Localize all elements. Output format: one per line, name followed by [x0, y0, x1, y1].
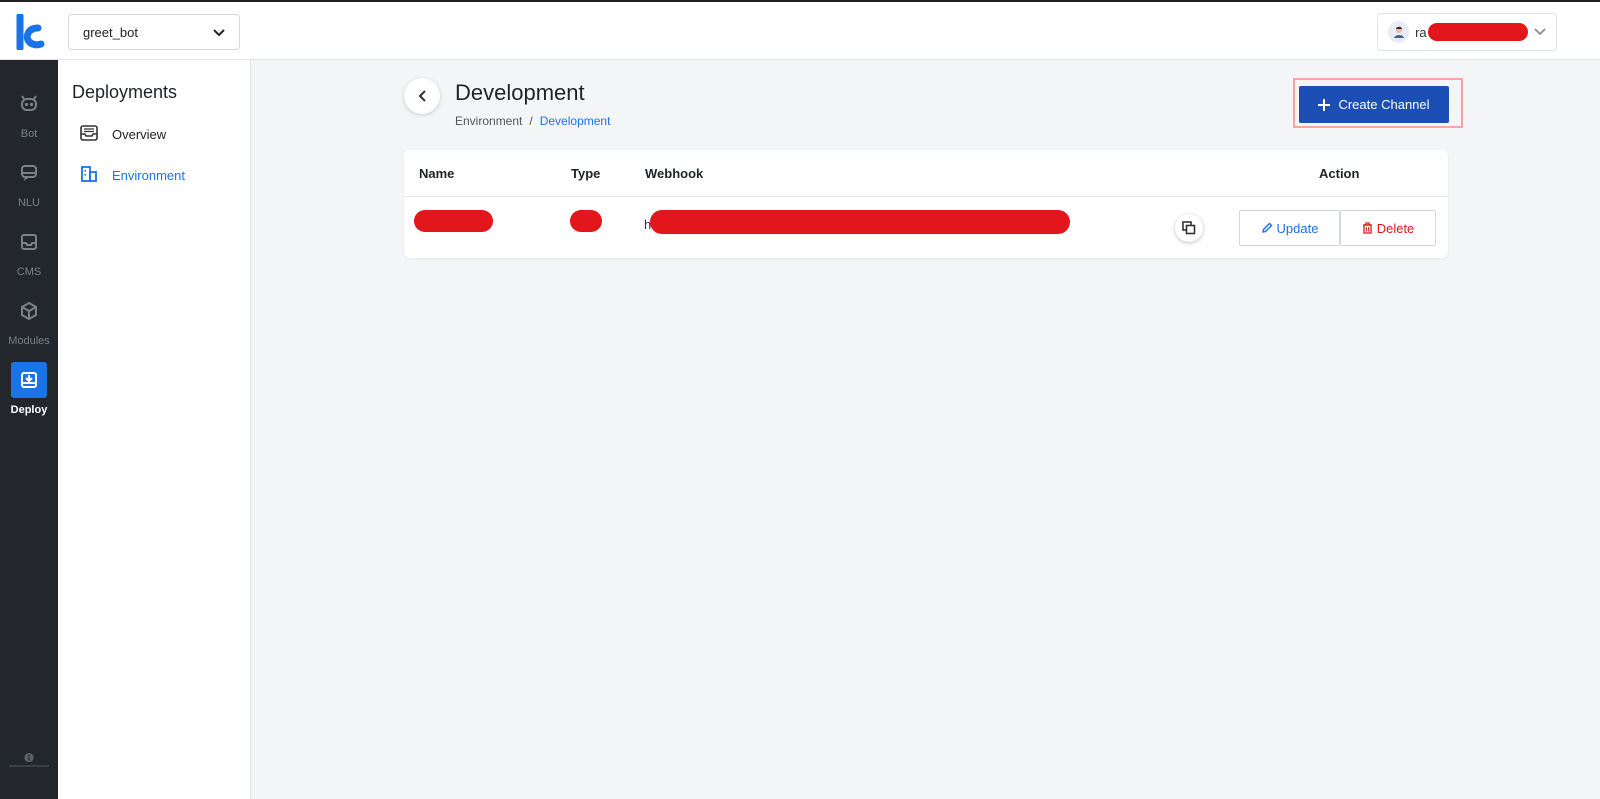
user-name: ra: [1415, 24, 1427, 40]
table-row: h Update Delete: [404, 197, 1448, 258]
back-button[interactable]: [404, 78, 440, 114]
redacted-webhook: [650, 210, 1070, 234]
redacted-channel-type: [570, 210, 602, 232]
rail-item-label: NLU: [17, 197, 40, 209]
rail-item-cms[interactable]: CMS: [0, 224, 58, 278]
user-menu[interactable]: ra: [1377, 13, 1557, 51]
bot-selector[interactable]: greet_bot: [68, 14, 240, 50]
chevron-left-icon: [418, 90, 426, 102]
help-icon: [24, 753, 34, 763]
inbox-icon: [80, 125, 98, 144]
deployments-sidebar: Deployments Overview Environment: [58, 60, 251, 799]
rail-item-deploy[interactable]: Deploy: [0, 362, 58, 416]
trash-icon: [1362, 222, 1372, 234]
rail-item-label: Bot: [20, 128, 38, 140]
copy-webhook-button[interactable]: [1175, 214, 1203, 242]
page-title: Development: [455, 80, 585, 105]
pencil-icon: [1261, 222, 1273, 233]
redacted-channel-name: [414, 210, 493, 232]
breadcrumb-separator: /: [529, 114, 533, 128]
building-icon: [80, 166, 98, 185]
update-label: Update: [1276, 220, 1319, 236]
redacted-user-name: [1428, 23, 1529, 41]
breadcrumb-environment[interactable]: Environment: [455, 114, 522, 128]
primary-nav-rail: Bot NLU CMS Modules Deploy: [0, 60, 58, 799]
column-header-webhook: Webhook: [645, 166, 704, 181]
rail-item-label: CMS: [16, 266, 42, 278]
sidebar-item-label: Overview: [112, 127, 167, 142]
rail-item-label: Modules: [8, 335, 50, 347]
chevron-down-icon: [213, 25, 225, 40]
delete-label: Delete: [1376, 220, 1415, 236]
deploy-icon: [11, 362, 47, 398]
rail-item-nlu[interactable]: NLU: [0, 155, 58, 209]
bot-selector-value: greet_bot: [83, 24, 138, 40]
cube-icon: [11, 293, 47, 329]
breadcrumb-current[interactable]: Development: [540, 114, 611, 128]
update-button[interactable]: Update: [1239, 210, 1340, 246]
inbox-icon: [11, 224, 47, 260]
column-header-name: Name: [419, 166, 455, 181]
sidebar-title: Deployments: [72, 82, 178, 102]
top-bar: greet_bot ra: [0, 0, 1600, 60]
app-logo[interactable]: [14, 12, 46, 52]
create-channel-label: Create Channel: [1338, 97, 1430, 112]
sidebar-item-label: Environment: [112, 168, 185, 183]
help-button[interactable]: [9, 753, 49, 767]
breadcrumb: Environment / Development: [455, 114, 610, 128]
sidebar-item-overview[interactable]: Overview: [80, 125, 166, 144]
delete-button[interactable]: Delete: [1340, 210, 1436, 246]
column-header-action: Action: [1319, 166, 1360, 181]
create-channel-button[interactable]: Create Channel: [1299, 86, 1449, 123]
create-channel-highlight: Create Channel: [1293, 78, 1463, 128]
rail-item-bot[interactable]: Bot: [0, 86, 58, 140]
rail-divider: [9, 765, 49, 767]
avatar: [1388, 21, 1410, 43]
rail-item-label: Deploy: [10, 404, 48, 416]
column-header-type: Type: [571, 166, 601, 181]
copy-icon: [1182, 221, 1196, 235]
sidebar-item-environment[interactable]: Environment: [80, 166, 185, 185]
rail-item-modules[interactable]: Modules: [0, 293, 58, 347]
channels-table: Name Type Webhook Action h Update Delete: [404, 150, 1448, 258]
plus-icon: [1318, 98, 1331, 111]
chat-icon: [11, 155, 47, 191]
chevron-down-icon: [1534, 23, 1546, 41]
table-header: Name Type Webhook Action: [404, 150, 1448, 197]
bot-icon: [11, 86, 47, 122]
